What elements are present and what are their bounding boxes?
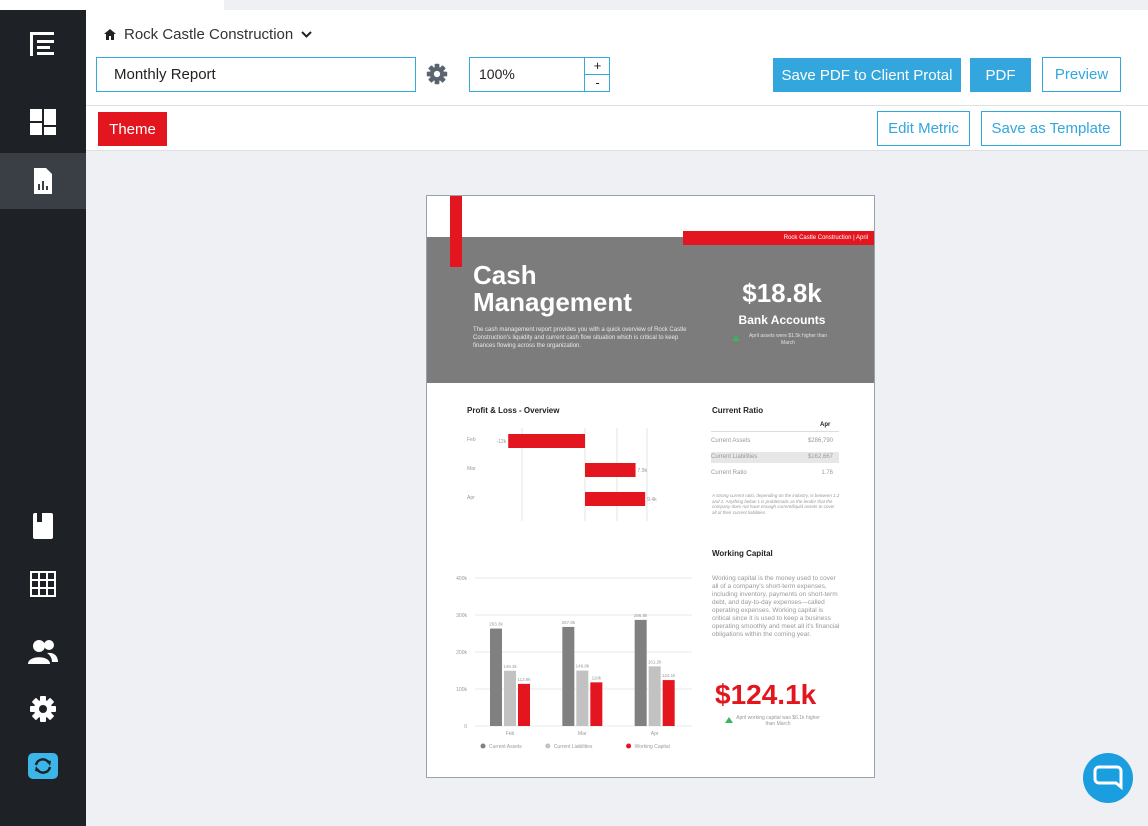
report-icon[interactable] [0, 153, 86, 209]
legend-label: Current Liabilities [554, 744, 593, 750]
dashboard-icon[interactable] [0, 94, 86, 150]
y-tick-label: 400k [456, 576, 467, 582]
ratio-column-header: Apr [820, 422, 831, 428]
sync-icon[interactable] [0, 738, 86, 794]
legend-marker [626, 743, 632, 749]
bar-value-label: 263.3k [489, 622, 503, 627]
up-arrow-icon [725, 717, 733, 723]
y-tick-label: 100k [456, 687, 467, 693]
y-tick-label: 200k [456, 650, 467, 656]
wc-description: Working capital is the money used to cov… [712, 575, 840, 638]
bar-value-label: 124.1k [662, 673, 676, 678]
preview-button[interactable]: Preview [1042, 57, 1121, 92]
balance-bar-chart: 0 100k 200k 300k 400k 263.3k 149.3k 113.9k Feb 26… [456, 576, 692, 750]
report-page[interactable]: Rock Castle Construction | April Cash Ma… [426, 195, 875, 778]
chat-button[interactable] [1083, 753, 1133, 803]
bar-value-label: 118k [592, 675, 602, 680]
ratio-note: A strong current ratio, depending on the… [712, 493, 840, 515]
pl-category-label: Apr [467, 495, 475, 501]
bar-value-label: 161.2k [648, 659, 662, 664]
bar-value-label: 267.8k [562, 620, 576, 625]
top-strip [0, 0, 224, 10]
menu-icon[interactable] [0, 16, 86, 72]
pl-value-label: 9.4k [647, 497, 657, 503]
pl-category-label: Feb [467, 437, 476, 443]
legend-label: Working Capital [635, 744, 670, 750]
bank-note: April assets were $1.5k higher than Marc… [748, 333, 828, 346]
ratio-row: Current Liabilities $162,667 [711, 452, 839, 463]
zoom-stepper[interactable]: 100% + - [469, 57, 610, 92]
y-tick-label: 0 [464, 724, 467, 730]
theme-button[interactable]: Theme [98, 112, 167, 146]
company-name[interactable]: Rock Castle Construction [124, 26, 293, 43]
bar [576, 670, 589, 726]
legend-marker [545, 743, 551, 749]
pdf-button[interactable]: PDF [970, 58, 1031, 92]
bookmark-icon[interactable] [0, 498, 86, 554]
chevron-down-icon[interactable] [301, 31, 312, 38]
zoom-value[interactable]: 100% [479, 58, 515, 91]
users-icon[interactable] [0, 624, 86, 680]
pl-value-label: 7.9k [638, 468, 648, 474]
report-tag: Rock Castle Construction | April [683, 231, 874, 245]
ratio-title: Current Ratio [712, 406, 764, 415]
chat-icon[interactable] [1083, 753, 1133, 803]
pl-bar [508, 434, 585, 448]
y-tick-label: 300k [456, 613, 467, 619]
pl-title: Profit & Loss - Overview [467, 406, 560, 415]
wc-value: $124.1k [715, 679, 817, 710]
pl-bar [585, 492, 646, 506]
save-template-button[interactable]: Save as Template [981, 111, 1121, 146]
zoom-plus-button[interactable]: + [584, 58, 610, 75]
ratio-row: Current Ratio 1.76 [711, 470, 833, 476]
bar [590, 682, 603, 726]
x-tick-label: Mar [578, 731, 587, 737]
ratio-divider [711, 431, 839, 432]
gear-icon[interactable] [0, 681, 86, 737]
bar [490, 628, 502, 726]
bar [634, 619, 647, 726]
report-name-input[interactable]: Monthly Report [96, 57, 416, 92]
wc-note: April working capital was $6.1k higher t… [736, 715, 820, 727]
report-description: The cash management report provides you … [473, 327, 687, 349]
save-pdf-button[interactable]: Save PDF to Client Protal [773, 58, 961, 92]
legend-label: Current Assets [489, 744, 522, 750]
x-tick-label: Apr [651, 731, 659, 737]
bar [662, 680, 675, 726]
breadcrumb[interactable]: Rock Castle Construction [104, 26, 312, 43]
pl-category-label: Mar [467, 466, 476, 472]
report-title: Cash Management [473, 262, 632, 316]
pl-value-label: -12k [496, 439, 506, 445]
bank-value: $18.8k [742, 278, 822, 308]
settings-gear-icon[interactable] [426, 63, 448, 90]
x-tick-label: Feb [506, 731, 515, 737]
edit-metric-button[interactable]: Edit Metric [877, 111, 970, 146]
wc-title: Working Capital [712, 549, 773, 558]
pl-chart: Feb -12k Mar 7.9k Apr 9.4k [467, 428, 657, 521]
title-line-1: Cash [473, 260, 537, 290]
legend-marker [480, 743, 486, 749]
sidebar [0, 10, 86, 826]
up-arrow-icon [732, 335, 740, 341]
red-accent-bar [450, 196, 462, 267]
bar [648, 666, 661, 726]
bank-label: Bank Accounts [738, 313, 826, 327]
home-icon[interactable] [104, 29, 116, 40]
bar-value-label: 286.8k [634, 613, 648, 618]
ratio-row: Current Assets $286,790 [711, 438, 833, 444]
title-line-2: Management [473, 287, 632, 317]
bar [504, 670, 516, 726]
bar-value-label: 113.9k [517, 677, 531, 682]
pl-bar [585, 463, 636, 477]
bar [518, 683, 530, 726]
bar-value-label: 149.8k [576, 664, 590, 669]
bar [562, 626, 575, 726]
zoom-minus-button[interactable]: - [584, 75, 610, 92]
bar-value-label: 149.3k [503, 664, 517, 669]
grid-icon[interactable] [0, 556, 86, 612]
